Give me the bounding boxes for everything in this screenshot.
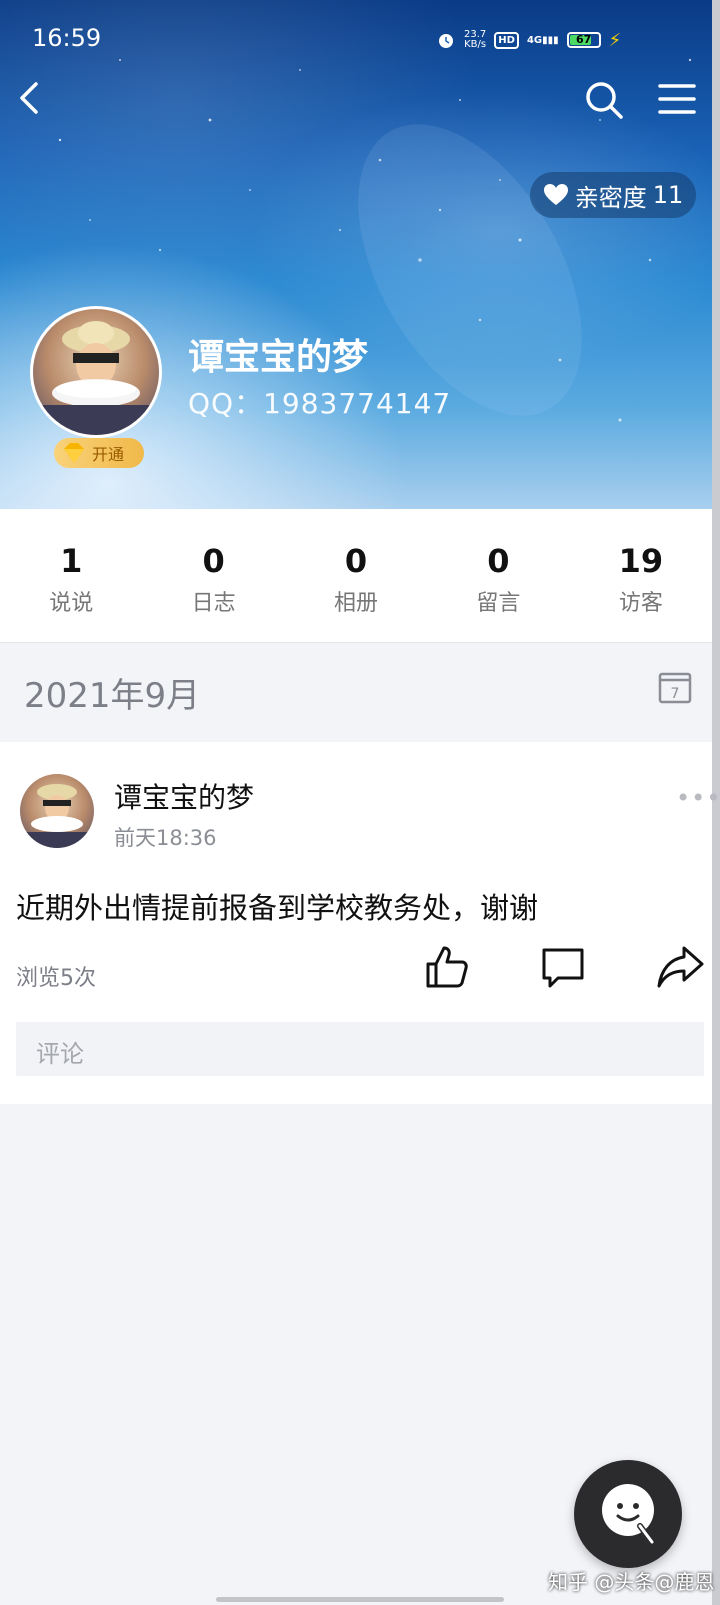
hd-badge: HD: [494, 31, 519, 49]
avatar-photo: [20, 784, 94, 848]
stat-fangke[interactable]: 19 访客: [570, 509, 712, 642]
search-icon[interactable]: [584, 80, 624, 120]
back-chevron-icon[interactable]: [16, 80, 44, 116]
comment-placeholder: 评论: [36, 1040, 84, 1068]
battery-icon: 67: [566, 32, 601, 48]
stats-bar: 1 说说 0 日志 0 相册 0 留言 19 访客: [0, 509, 712, 643]
alarm-icon: [439, 34, 453, 48]
stat-xiangce[interactable]: 0 相册: [285, 509, 427, 642]
post-author-avatar[interactable]: [20, 774, 94, 848]
stat-liuyan[interactable]: 0 留言: [427, 509, 569, 642]
smiley-assistant-icon: [602, 1484, 655, 1545]
post-content: 近期外出情提前报备到学校教务处，谢谢: [16, 891, 539, 925]
intimacy-label: 亲密度: [574, 183, 647, 212]
stat-rizhi[interactable]: 0 日志: [142, 509, 284, 642]
calendar-icon[interactable]: 7: [658, 670, 692, 704]
home-indicator[interactable]: [216, 1597, 504, 1602]
month-label: 2021年9月: [24, 676, 201, 716]
diamond-icon: [64, 443, 84, 463]
like-icon[interactable]: [424, 944, 470, 990]
view-count: 浏览5次: [16, 966, 96, 991]
net-speed: 23.7 KB/s: [464, 29, 487, 50]
status-time: 16:59: [32, 24, 102, 52]
charging-icon: ⚡: [608, 29, 622, 51]
month-header: 2021年9月: [0, 642, 712, 742]
avatar-photo: [33, 321, 159, 435]
floating-assistant-button[interactable]: [574, 1460, 682, 1568]
stat-shuoshuo[interactable]: 1 说说: [0, 509, 142, 642]
heart-icon: [543, 184, 568, 205]
profile-avatar[interactable]: [30, 306, 162, 438]
intimacy-value: 11: [652, 181, 684, 209]
comment-icon[interactable]: [540, 944, 586, 990]
profile-qq-number: QQ：1983774147: [188, 387, 452, 420]
intimacy-badge[interactable]: 亲密度 11: [530, 172, 696, 218]
vip-open-badge[interactable]: 开通: [54, 438, 144, 468]
watermark: 知乎 @头条@鹿恩: [548, 1570, 715, 1594]
more-options-icon[interactable]: •••: [676, 784, 720, 812]
comment-input[interactable]: [16, 1022, 704, 1076]
signal-4g-icon: 4G▮▮▮: [526, 34, 559, 46]
post-time: 前天18:36: [114, 826, 217, 850]
vip-label: 开通: [92, 445, 125, 464]
menu-icon[interactable]: [658, 82, 696, 116]
profile-name: 谭宝宝的梦: [188, 337, 369, 378]
status-icons: 23.7 KB/s HD 4G▮▮▮ 67 ⚡: [436, 28, 621, 52]
share-icon[interactable]: [656, 944, 704, 990]
svg-text:7: 7: [671, 686, 680, 702]
post-author-name[interactable]: 谭宝宝的梦: [114, 776, 254, 816]
